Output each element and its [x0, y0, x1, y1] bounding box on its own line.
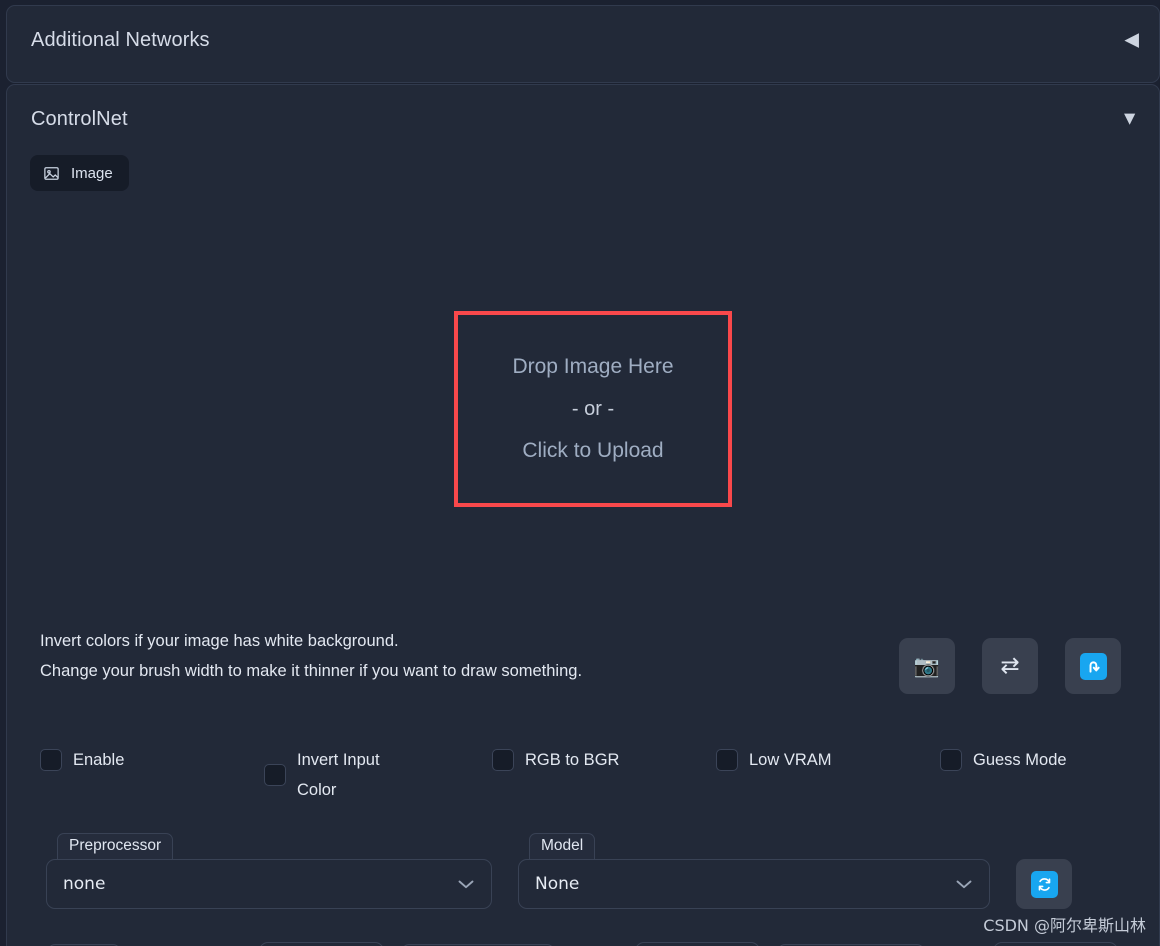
checkbox-box[interactable] [492, 749, 514, 771]
guidance-end-number-input[interactable]: 1 [993, 941, 1118, 946]
preprocessor-value: none [63, 874, 106, 894]
checkbox-label: Low VRAM [749, 751, 832, 769]
chevron-down-icon[interactable]: ▼ [1120, 110, 1139, 129]
weight-slider-cell: Weight 0.95 [46, 941, 384, 946]
checkbox-box[interactable] [40, 749, 62, 771]
model-field: Model None [518, 833, 990, 909]
checkbox-label: RGB to BGR [525, 751, 620, 769]
controlnet-panel: ControlNet ▼ Image Drop Image Here - or … [6, 84, 1160, 946]
model-value: None [535, 874, 580, 894]
slider-row: Weight 0.95 Guidance Start (T) 0 [46, 941, 1128, 946]
guidance-end-slider-cell: Guidance End (T) 1 [776, 941, 1118, 946]
checkbox-box[interactable] [716, 749, 738, 771]
preprocessor-field: Preprocessor none [46, 833, 492, 909]
guidance-start-slider-cell: Guidance Start (T) 0 [400, 941, 760, 946]
chevron-down-icon[interactable] [457, 878, 475, 890]
model-dropdown[interactable]: None [518, 859, 990, 909]
send-to-icon [1079, 652, 1107, 680]
preprocessor-label: Preprocessor [57, 833, 174, 859]
weight-slider-head: Weight 0.95 [46, 941, 384, 946]
additional-networks-header[interactable]: Additional Networks ◀ [7, 6, 1159, 74]
image-dropzone[interactable]: Drop Image Here - or - Click to Upload [454, 311, 732, 507]
guidance-start-slider-head: Guidance Start (T) 0 [400, 941, 760, 946]
camera-icon: 📷 [913, 654, 941, 678]
controlnet-title: ControlNet [31, 107, 128, 130]
model-selection-row: Preprocessor none Model None [46, 833, 1128, 909]
checkbox-label: Guess Mode [973, 751, 1067, 769]
swap-arrows-icon: ⇄ [1000, 652, 1020, 679]
refresh-models-button[interactable] [1016, 859, 1072, 909]
dropzone-separator: - or - [571, 398, 615, 420]
checkbox-label: Invert Input Color [297, 751, 380, 799]
image-action-buttons: 📷 ⇄ [899, 638, 1121, 694]
hint-text-block: Invert colors if your image has white ba… [40, 626, 740, 686]
additional-networks-panel: Additional Networks ◀ [6, 5, 1160, 83]
collapse-left-icon[interactable]: ◀ [1124, 31, 1139, 50]
tab-image-label: Image [71, 164, 113, 182]
guidance-start-number-input[interactable]: 0 [635, 941, 760, 946]
checkbox-box[interactable] [940, 749, 962, 771]
tabstrip: Image [30, 155, 129, 191]
checkbox-enable[interactable]: Enable [40, 745, 264, 775]
options-checkbox-row: Enable Invert Input Color RGB to BGR Low… [40, 745, 1140, 805]
controlnet-header[interactable]: ControlNet ▼ [7, 85, 1159, 153]
checkbox-rgb-to-bgr[interactable]: RGB to BGR [492, 745, 716, 775]
controlnet-panel-screen: Additional Networks ◀ ControlNet ▼ Image [0, 0, 1160, 946]
model-label: Model [529, 833, 596, 859]
send-to-button[interactable] [1065, 638, 1121, 694]
guidance-end-slider-head: Guidance End (T) 1 [776, 941, 1118, 946]
checkbox-invert-input-color[interactable]: Invert Input Color [264, 745, 492, 805]
mirror-webcam-button[interactable]: ⇄ [982, 638, 1038, 694]
webcam-button[interactable]: 📷 [899, 638, 955, 694]
hint-line-2: Change your brush width to make it thinn… [40, 662, 583, 680]
dropzone-line-1: Drop Image Here [512, 355, 674, 378]
weight-number-input[interactable]: 0.95 [259, 941, 384, 946]
refresh-icon [1030, 870, 1058, 898]
checkbox-label: Enable [73, 751, 125, 769]
hint-line-1: Invert colors if your image has white ba… [40, 632, 399, 650]
checkbox-box[interactable] [264, 764, 286, 786]
dropzone-line-2: Click to Upload [522, 439, 664, 462]
additional-networks-title: Additional Networks [31, 28, 210, 51]
checkbox-guess-mode[interactable]: Guess Mode [940, 745, 1067, 775]
checkbox-low-vram[interactable]: Low VRAM [716, 745, 940, 775]
tab-image[interactable]: Image [30, 155, 129, 191]
chevron-down-icon[interactable] [955, 878, 973, 890]
preprocessor-dropdown[interactable]: none [46, 859, 492, 909]
image-icon [43, 165, 60, 182]
